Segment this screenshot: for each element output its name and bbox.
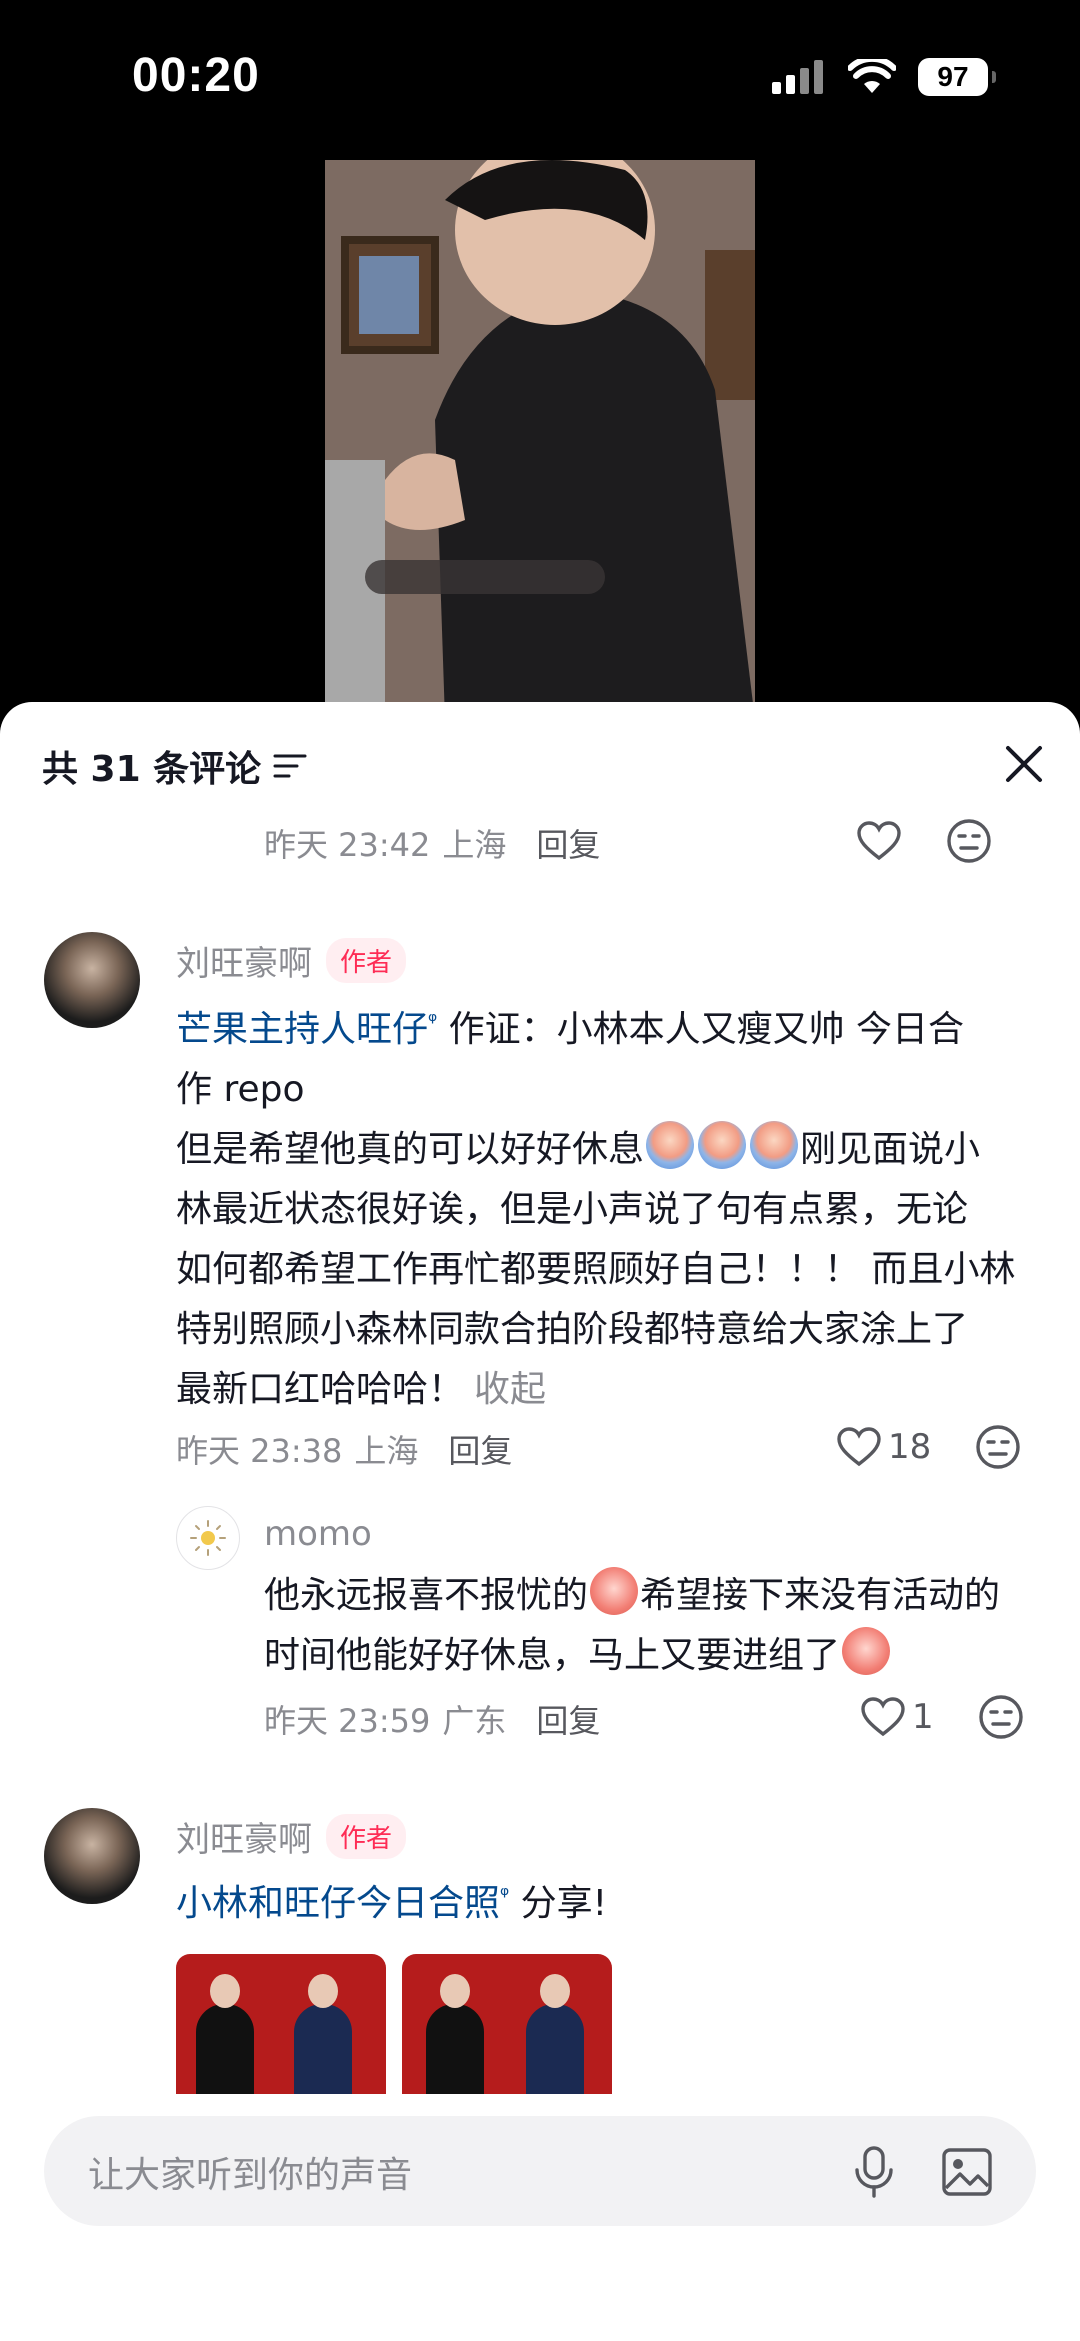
author-badge: 作者 (326, 1814, 407, 1859)
dislike-face-icon[interactable] (975, 1424, 1021, 1470)
comment-time: 昨天 23:38 (176, 1432, 343, 1470)
avatar[interactable] (44, 932, 140, 1028)
status-time: 00:20 (132, 49, 260, 102)
comment-text-segment: 他永远报喜不报忧的 (264, 1575, 589, 1616)
video-player[interactable] (0, 160, 1080, 720)
comment-text-segment: 刚见面说小 (800, 1129, 981, 1170)
dislike-face-icon[interactable] (946, 818, 992, 864)
voice-button[interactable] (846, 2144, 902, 2200)
heart-icon (837, 1427, 881, 1467)
crying-emoji-icon (750, 1121, 799, 1169)
comment-text-segment: 但是希望他真的可以好好休息 (176, 1129, 645, 1170)
comment-text-segment: 作证：小林本人又瘦又帅 今日合 (437, 1009, 965, 1050)
search-mark-icon: ᵠ (428, 1009, 438, 1034)
username[interactable]: 刘旺豪啊 (176, 1812, 312, 1861)
search-mark-icon: ᵠ (500, 1883, 510, 1908)
avatar[interactable] (44, 1808, 140, 1904)
sheet-header: 共 31 条评论 (0, 702, 1080, 822)
sun-icon (190, 1520, 226, 1556)
comment-photos (176, 1954, 612, 2094)
comment-meta: 昨天 23:38 上海 回复 (176, 1426, 512, 1472)
comment-actions: 18 (836, 1424, 1021, 1470)
like-button[interactable]: 1 (860, 1696, 934, 1738)
comment-line: 小林和旺仔今日合照ᵠ 分享! (176, 1866, 1080, 1934)
comment-location: 广东 (442, 1702, 507, 1740)
username[interactable]: momo (264, 1514, 372, 1554)
sad-emoji-icon (842, 1627, 891, 1675)
close-button[interactable] (998, 738, 1050, 790)
battery-icon: 97 (918, 58, 996, 96)
microphone-icon (855, 2146, 893, 2198)
previous-comment-actions (856, 818, 992, 864)
reply-button[interactable]: 回复 (536, 820, 600, 866)
reply-meta: 昨天 23:59 广东 回复 (264, 1696, 600, 1742)
like-count: 1 (912, 1697, 934, 1737)
comment-line: 最新口红哈哈哈！ 收起 (176, 1360, 1080, 1420)
photo-person (294, 1974, 352, 2094)
dislike-face-icon[interactable] (978, 1694, 1024, 1740)
comment-text-segment: 希望接下来没有活动的 (640, 1575, 1001, 1616)
photo-thumbnail[interactable] (176, 1954, 386, 2094)
image-icon (942, 2148, 992, 2196)
comment-body: 小林和旺仔今日合照ᵠ 分享! (176, 1866, 1080, 1934)
reply-body: 他永远报喜不报忧的 希望接下来没有活动的 时间他能好好休息，马上又要进组了 (264, 1566, 1064, 1686)
comment-count-label: 共 31 条评论 (42, 749, 262, 790)
comment-time: 昨天 23:59 (264, 1702, 431, 1740)
comment-line: 林最近状态很好诶，但是小声说了句有点累，无论 (176, 1189, 969, 1230)
reply-button[interactable]: 回复 (536, 1696, 600, 1742)
comment-text-segment: 时间他能好好休息，马上又要进组了 (264, 1635, 841, 1676)
comment-body: 芒果主持人旺仔ᵠ 作证：小林本人又瘦又帅 今日合 作 repo 但是希望他真的可… (176, 992, 1080, 1420)
comment-line: 作 repo (176, 1069, 305, 1110)
mention-link[interactable]: 芒果主持人旺仔 (176, 1009, 428, 1050)
comment-author: 刘旺豪啊 作者 (176, 1812, 407, 1861)
collapse-button[interactable]: 收起 (474, 1369, 546, 1410)
comment-text-segment: 最新口红哈哈哈！ (176, 1369, 465, 1410)
filter-icon[interactable] (273, 751, 307, 781)
reply-author: momo (264, 1514, 372, 1554)
photo-person (526, 1974, 584, 2094)
wifi-icon (848, 59, 896, 93)
comment-time: 昨天 23:42 (264, 826, 431, 864)
image-button[interactable] (938, 2144, 998, 2200)
previous-comment-meta: 昨天 23:42 上海 回复 (264, 820, 600, 866)
photo-person (196, 1974, 254, 2094)
photo-thumbnail[interactable] (402, 1954, 612, 2094)
comment-text-segment: 分享! (509, 1883, 608, 1924)
signal-icon (772, 60, 823, 94)
close-icon (1006, 746, 1042, 782)
crying-emoji-icon (646, 1121, 695, 1169)
comment-line: 他永远报喜不报忧的 希望接下来没有活动的 (264, 1566, 1064, 1626)
comment-line: 特别照顾小森林同款合拍阶段都特意给大家涂上了 (176, 1309, 969, 1350)
mention-link[interactable]: 小林和旺仔今日合照 (176, 1883, 500, 1924)
like-count: 18 (888, 1427, 932, 1467)
heart-icon (857, 821, 901, 861)
sad-emoji-icon (590, 1567, 639, 1615)
video-frame[interactable] (325, 160, 755, 720)
reply-actions: 1 (860, 1694, 1024, 1740)
comment-sheet: 共 31 条评论 昨天 23:42 上海 回复 刘旺豪啊 作者 芒果主持人旺仔ᵠ… (0, 702, 1080, 2341)
reply-avatar[interactable] (176, 1506, 240, 1570)
comment-line: 芒果主持人旺仔ᵠ 作证：小林本人又瘦又帅 今日合 (176, 992, 1080, 1060)
reply-button[interactable]: 回复 (448, 1426, 512, 1472)
username[interactable]: 刘旺豪啊 (176, 936, 312, 985)
heart-icon (861, 1697, 905, 1737)
like-button[interactable] (856, 820, 902, 862)
comment-author: 刘旺豪啊 作者 (176, 936, 407, 985)
comment-line: 如何都希望工作再忙都要照顾好自己！！！ 而且小林 (176, 1249, 1016, 1290)
comment-input[interactable]: 让大家听到你的声音 (44, 2116, 1036, 2226)
crying-emoji-icon (698, 1121, 747, 1169)
comment-line: 时间他能好好休息，马上又要进组了 (264, 1626, 1064, 1686)
status-icons: 97 (772, 58, 996, 96)
video-still (325, 160, 755, 720)
author-badge: 作者 (326, 938, 407, 983)
comment-line: 但是希望他真的可以好好休息 刚见面说小 (176, 1120, 1080, 1180)
comment-count-title[interactable]: 共 31 条评论 (42, 740, 307, 792)
photo-person (426, 1974, 484, 2094)
comment-location: 上海 (354, 1432, 419, 1470)
status-bar: 00:20 97 (0, 0, 1080, 160)
like-button[interactable]: 18 (836, 1426, 931, 1468)
comment-location: 上海 (442, 826, 507, 864)
comment-input-placeholder: 让大家听到你的声音 (88, 2155, 413, 2196)
